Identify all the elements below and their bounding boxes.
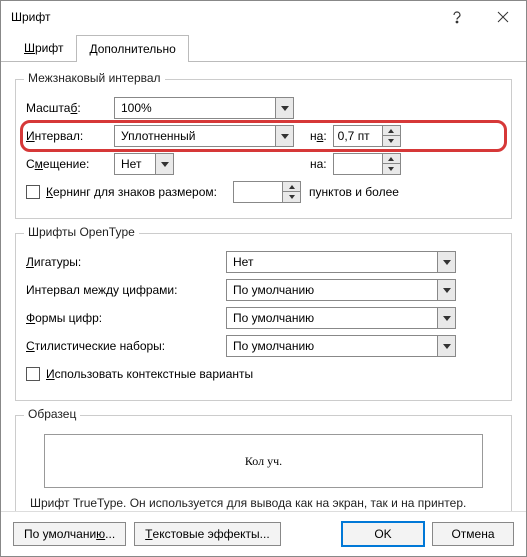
numforms-label: Формы цифр: — [26, 311, 226, 325]
chevron-down-icon — [437, 308, 455, 328]
spacing-by-spinner[interactable]: 0,7 пт — [333, 125, 401, 147]
group-legend: Шрифты OpenType — [24, 225, 139, 239]
chevron-down-icon — [437, 252, 455, 272]
chevron-down-icon — [275, 126, 293, 146]
chevron-down-icon — [155, 154, 173, 174]
ok-button[interactable]: OK — [342, 522, 424, 546]
spacing-label: Интервал: — [26, 129, 114, 143]
ligatures-label: Лигатуры: — [26, 255, 226, 269]
spacing-row-highlight: Интервал: Уплотненный на: 0,7 пт — [26, 124, 501, 148]
scale-combo[interactable]: 100% — [114, 97, 294, 119]
window-title: Шрифт — [11, 10, 434, 24]
tab-font[interactable]: Шрифт — [11, 34, 76, 61]
group-legend: Межзнаковый интервал — [24, 71, 165, 85]
kerning-spinner[interactable] — [233, 181, 301, 203]
contextual-checkbox[interactable] — [26, 367, 40, 381]
contextual-label: Использовать контекстные варианты — [46, 367, 253, 381]
position-by-spinner[interactable] — [333, 153, 401, 175]
position-by-label: на: — [310, 157, 327, 171]
spacing-by-label: на: — [310, 129, 327, 143]
spinner-arrows[interactable] — [282, 182, 300, 202]
kerning-checkbox[interactable] — [26, 185, 40, 199]
character-spacing-group: Межзнаковый интервал Масштаб: 100% Интер… — [15, 79, 512, 219]
tab-strip: Шрифт Дополнительно — [1, 34, 526, 62]
help-icon — [450, 10, 464, 24]
stylistic-label: Стилистические наборы: — [26, 339, 226, 353]
close-button[interactable] — [480, 1, 526, 33]
text-effects-button[interactable]: Текстовые эффекты... — [134, 522, 281, 546]
numspacing-label: Интервал между цифрами: — [26, 283, 226, 297]
position-label: Смещение: — [26, 157, 114, 171]
group-legend: Образец — [24, 407, 80, 421]
dialog-footer: По умолчанию... Текстовые эффекты... OK … — [1, 511, 526, 556]
sample-preview: Кол уч. — [44, 434, 483, 488]
chevron-down-icon — [275, 98, 293, 118]
spinner-arrows[interactable] — [382, 154, 400, 174]
sample-group: Образец Кол уч. Шрифт TrueType. Он испол… — [15, 415, 512, 511]
scale-label: Масштаб: — [26, 101, 114, 115]
help-button[interactable] — [434, 1, 480, 33]
close-icon — [497, 11, 509, 23]
numforms-combo[interactable]: По умолчанию — [226, 307, 456, 329]
kerning-label: Кернинг для знаков размером: — [46, 185, 217, 199]
titlebar: Шрифт — [1, 1, 526, 33]
opentype-group: Шрифты OpenType Лигатуры: Нет Интервал м… — [15, 233, 512, 401]
position-combo[interactable]: Нет — [114, 153, 174, 175]
font-hint: Шрифт TrueType. Он используется для выво… — [26, 488, 501, 510]
chevron-down-icon — [437, 336, 455, 356]
kerning-suffix: пунктов и более — [309, 185, 399, 199]
font-dialog: Шрифт Шрифт Дополнительно Межзнаковый ин… — [0, 0, 527, 557]
tab-advanced[interactable]: Дополнительно — [76, 35, 188, 62]
chevron-down-icon — [437, 280, 455, 300]
stylistic-combo[interactable]: По умолчанию — [226, 335, 456, 357]
dialog-body: Межзнаковый интервал Масштаб: 100% Интер… — [1, 61, 526, 511]
set-default-button[interactable]: По умолчанию... — [13, 522, 126, 546]
spinner-arrows[interactable] — [382, 126, 400, 146]
numspacing-combo[interactable]: По умолчанию — [226, 279, 456, 301]
spacing-combo[interactable]: Уплотненный — [114, 125, 294, 147]
cancel-button[interactable]: Отмена — [432, 522, 514, 546]
ligatures-combo[interactable]: Нет — [226, 251, 456, 273]
